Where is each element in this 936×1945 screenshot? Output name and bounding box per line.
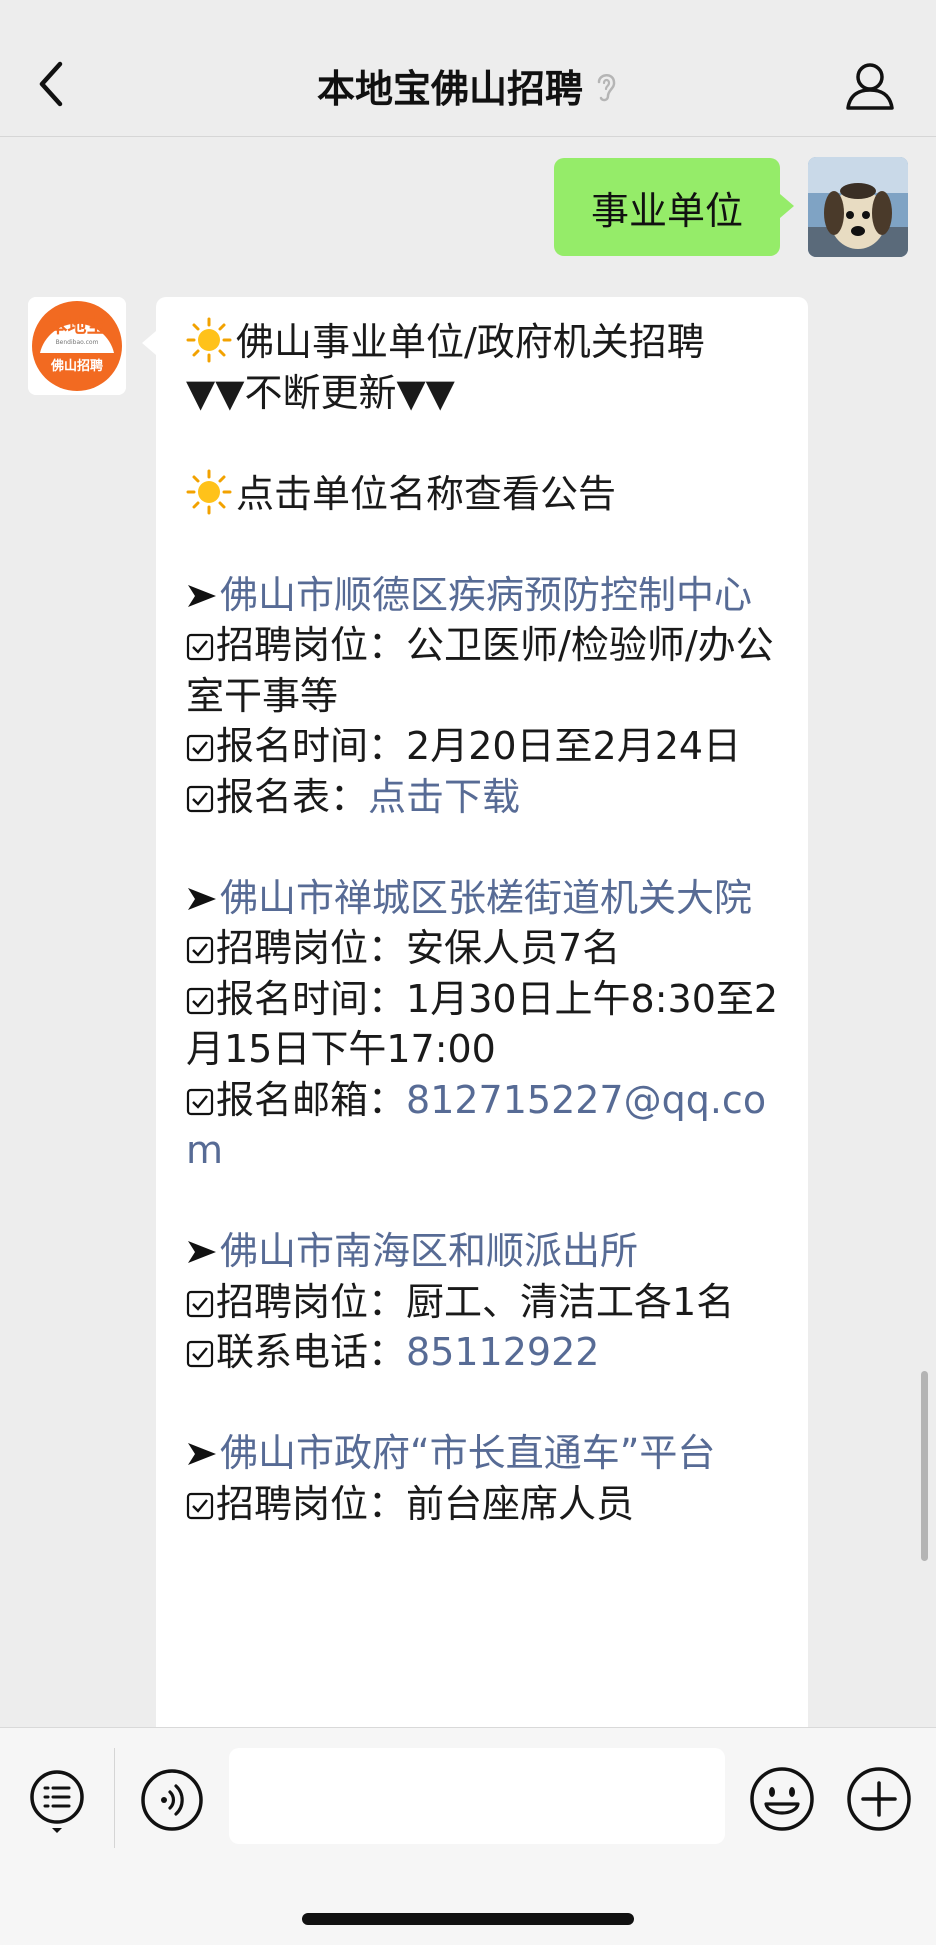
more-button[interactable] [846, 1766, 912, 1832]
ear-icon [597, 73, 616, 101]
job-link[interactable]: 佛山市南海区和顺派出所 [220, 1229, 638, 1273]
position-label: 招聘岗位： [216, 926, 407, 970]
arrow-icon [188, 887, 216, 910]
job-link[interactable]: 佛山市禅城区张槎街道机关大院 [220, 876, 752, 920]
time-value: 2月20日至2月24日 [406, 724, 742, 768]
job-title-row: 佛山市顺德区疾病预防控制中心 [186, 570, 780, 621]
sent-message-bubble[interactable]: 事业单位 [554, 158, 794, 256]
plus-icon [847, 1767, 911, 1831]
top-nav-bar: 本地宝佛山招聘 [0, 0, 936, 137]
arrow-icon [188, 584, 216, 607]
hint-line: 点击单位名称查看公告 [186, 469, 780, 520]
logo-bottom-text: 佛山招聘 [50, 359, 103, 374]
arrow-icon [188, 1241, 216, 1263]
position-label: 招聘岗位： [216, 1279, 407, 1324]
job-time-row: 报名时间：1月30日上午8:30至2月15日下午17:00 [186, 974, 780, 1075]
job-link[interactable]: 佛山市顺德区疾病预防控制中心 [220, 573, 752, 617]
job-position-row: 招聘岗位：公卫医师/检验师/办公室干事等 [186, 620, 780, 721]
input-bar [0, 1727, 936, 1945]
job-title-row: 佛山市南海区和顺派出所 [186, 1226, 780, 1277]
chat-title: 本地宝佛山招聘 [316, 67, 583, 111]
checkbox-icon [186, 987, 214, 1014]
intro-title: 佛山事业单位/政府机关招聘 [236, 320, 705, 364]
email-label: 报名邮箱： [216, 1077, 407, 1122]
intro-line: 佛山事业单位/政府机关招聘 [186, 317, 780, 368]
voice-button[interactable] [140, 1768, 204, 1832]
scrollbar[interactable] [921, 1371, 928, 1561]
chat-info-button[interactable] [842, 58, 898, 114]
phone-link[interactable]: 85112922 [406, 1330, 599, 1374]
position-label: 招聘岗位： [216, 623, 407, 667]
logo-url-text: Bendibao.com [55, 339, 99, 346]
chat-title-wrap: 本地宝佛山招聘 [0, 58, 936, 113]
job-title-row: 佛山市禅城区张槎街道机关大院 [186, 873, 780, 924]
emoji-icon [750, 1767, 814, 1831]
update-note: ▼▼不断更新▼▼ [186, 370, 455, 415]
checkbox-icon [186, 1492, 214, 1519]
form-label: 报名表： [216, 774, 369, 819]
checkbox-icon [186, 1340, 214, 1368]
profile-icon [846, 63, 894, 110]
emoji-button[interactable] [749, 1766, 815, 1832]
checkbox-icon [186, 785, 214, 812]
job-position-row: 招聘岗位：安保人员7名 [186, 923, 780, 974]
position-value: 厨工、清洁工各1名 [406, 1279, 735, 1324]
divider [114, 1748, 115, 1848]
job-title-row: 佛山市政府“市长直通车”平台 [186, 1428, 780, 1479]
sun-icon [186, 317, 232, 363]
position-label: 招聘岗位： [216, 1481, 407, 1526]
phone-label: 联系电话： [216, 1330, 407, 1374]
position-value: 前台座席人员 [406, 1481, 635, 1526]
hint-text: 点击单位名称查看公告 [236, 471, 617, 516]
official-account-avatar[interactable]: 本地宝 Bendibao.com 佛山招聘 [28, 297, 126, 395]
checkbox-icon [186, 633, 214, 661]
job-time-row: 报名时间：2月20日至2月24日 [186, 721, 780, 772]
logo-top-text: 本地宝 [48, 315, 106, 337]
job-extra-row: 联系电话：85112922 [186, 1327, 780, 1378]
message-input[interactable] [229, 1748, 725, 1844]
checkbox-icon [186, 1290, 214, 1317]
sent-message-text: 事业单位 [590, 188, 743, 233]
job-extra-row: 报名邮箱：812715227@qq.com [186, 1075, 780, 1176]
position-value: 安保人员7名 [406, 926, 621, 970]
checkbox-icon [186, 734, 214, 762]
home-indicator[interactable] [302, 1913, 634, 1925]
received-message-bubble[interactable]: 佛山事业单位/政府机关招聘 ▼▼不断更新▼▼ 点击单位名称查看公告 佛山市顺德区… [142, 297, 808, 1727]
download-link[interactable]: 点击下载 [368, 775, 520, 819]
job-position-row: 招聘岗位：厨工、清洁工各1名 [186, 1277, 780, 1328]
dog-avatar-image [808, 157, 908, 257]
arrow-icon [188, 1443, 216, 1465]
checkbox-icon [186, 1088, 214, 1115]
job-position-row: 招聘岗位：前台座席人员 [186, 1479, 780, 1530]
job-extra-row: 报名表：点击下载 [186, 772, 780, 823]
menu-button[interactable] [28, 1768, 86, 1834]
time-label: 报名时间： [216, 724, 407, 768]
voice-icon [141, 1769, 203, 1831]
time-label: 报名时间： [216, 976, 407, 1021]
job-link[interactable]: 佛山市政府“市长直通车”平台 [220, 1431, 715, 1475]
sun-icon [186, 469, 232, 514]
chat-area[interactable]: 事业单位 本地宝 Bendibao.com 佛山招聘 佛山事业单位/政府机关招聘… [0, 137, 936, 1727]
checkbox-icon [186, 936, 214, 964]
user-avatar[interactable] [808, 157, 908, 257]
menu-icon [30, 1770, 84, 1833]
